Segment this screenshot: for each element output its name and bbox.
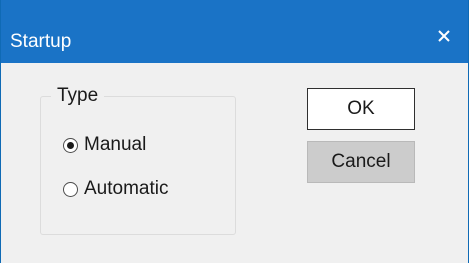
title-bar: Startup	[1, 0, 468, 63]
type-groupbox	[40, 96, 236, 235]
radio-automatic-indicator[interactable]	[63, 181, 78, 197]
radio-manual-indicator[interactable]	[63, 137, 78, 153]
close-button[interactable]	[429, 22, 461, 50]
radio-manual[interactable]: Manual	[63, 132, 146, 158]
close-icon	[429, 22, 461, 50]
window-title: Startup	[10, 31, 72, 52]
radio-automatic-label: Automatic	[84, 178, 169, 199]
ok-button[interactable]: OK	[307, 88, 415, 130]
radio-manual-label: Manual	[84, 134, 147, 155]
radio-automatic[interactable]: Automatic	[63, 176, 168, 202]
cancel-button[interactable]: Cancel	[307, 141, 415, 183]
startup-dialog: Startup Type Manual Automatic OK Cancel	[0, 0, 469, 263]
type-group-label: Type	[51, 85, 105, 107]
